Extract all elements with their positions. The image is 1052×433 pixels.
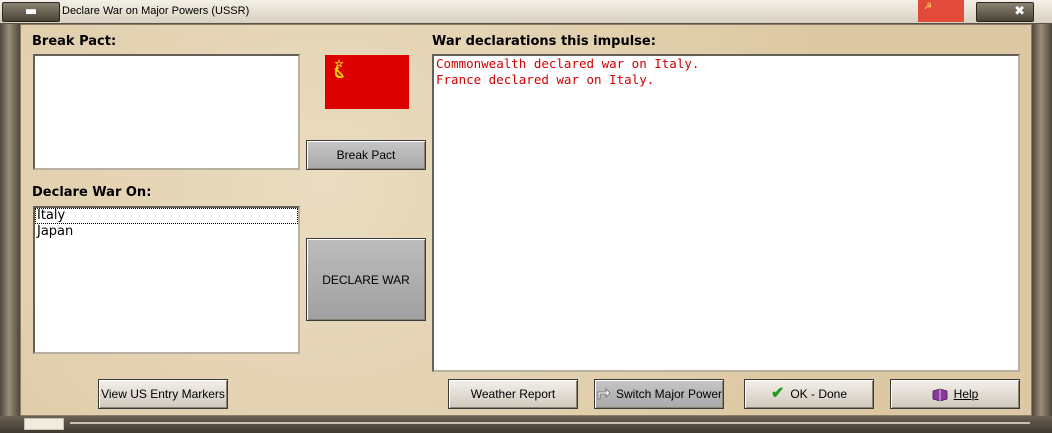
declare-war-list[interactable]: Italy Japan bbox=[33, 206, 300, 354]
help-label: Help bbox=[953, 387, 979, 401]
help-book-icon bbox=[932, 388, 948, 401]
title-flag-icon bbox=[918, 0, 964, 22]
window-title: Declare War on Major Powers (USSR) bbox=[62, 5, 250, 17]
ok-done-label: OK - Done bbox=[790, 387, 848, 401]
switch-major-power-label: Switch Major Power bbox=[615, 387, 723, 401]
bottom-border bbox=[0, 416, 1052, 433]
system-menu-button[interactable]: ▬ bbox=[2, 2, 60, 22]
checkmark-icon: ✔ bbox=[770, 385, 785, 402]
right-border bbox=[1032, 24, 1052, 416]
declarations-heading: War declarations this impulse: bbox=[432, 34, 656, 49]
declaration-line: France declared war on Italy. bbox=[436, 72, 655, 87]
close-button[interactable]: ✖ bbox=[976, 2, 1034, 22]
title-bar: ▬ Declare War on Major Powers (USSR) ✖ bbox=[0, 0, 1052, 24]
hammer-and-sickle-icon bbox=[325, 55, 409, 109]
break-pact-heading: Break Pact: bbox=[32, 34, 117, 49]
list-item-japan[interactable]: Japan bbox=[35, 224, 298, 240]
weather-report-button[interactable]: Weather Report bbox=[448, 379, 578, 409]
break-pact-button[interactable]: Break Pact bbox=[306, 140, 426, 170]
left-border bbox=[0, 24, 20, 416]
view-us-entry-markers-button[interactable]: View US Entry Markers bbox=[98, 379, 228, 409]
declare-war-heading: Declare War On: bbox=[32, 185, 152, 200]
close-icon: ✖ bbox=[1014, 4, 1025, 19]
ok-done-button[interactable]: ✔ OK - Done bbox=[744, 379, 874, 409]
minimize-icon: ▬ bbox=[24, 4, 38, 19]
switch-arrows-icon bbox=[597, 388, 611, 400]
declaration-line: Commonwealth declared war on Italy. bbox=[436, 56, 700, 71]
list-item-italy[interactable]: Italy bbox=[35, 208, 298, 224]
ussr-flag bbox=[325, 55, 409, 109]
declare-war-button[interactable]: DECLARE WAR bbox=[306, 238, 426, 321]
switch-major-power-button[interactable]: Switch Major Power bbox=[594, 379, 724, 409]
help-button[interactable]: Help bbox=[890, 379, 1020, 409]
break-pact-list[interactable] bbox=[33, 54, 300, 170]
resize-grip[interactable] bbox=[24, 418, 64, 430]
declarations-log[interactable]: Commonwealth declared war on Italy. Fran… bbox=[432, 54, 1020, 372]
bottom-divider bbox=[70, 422, 1030, 424]
